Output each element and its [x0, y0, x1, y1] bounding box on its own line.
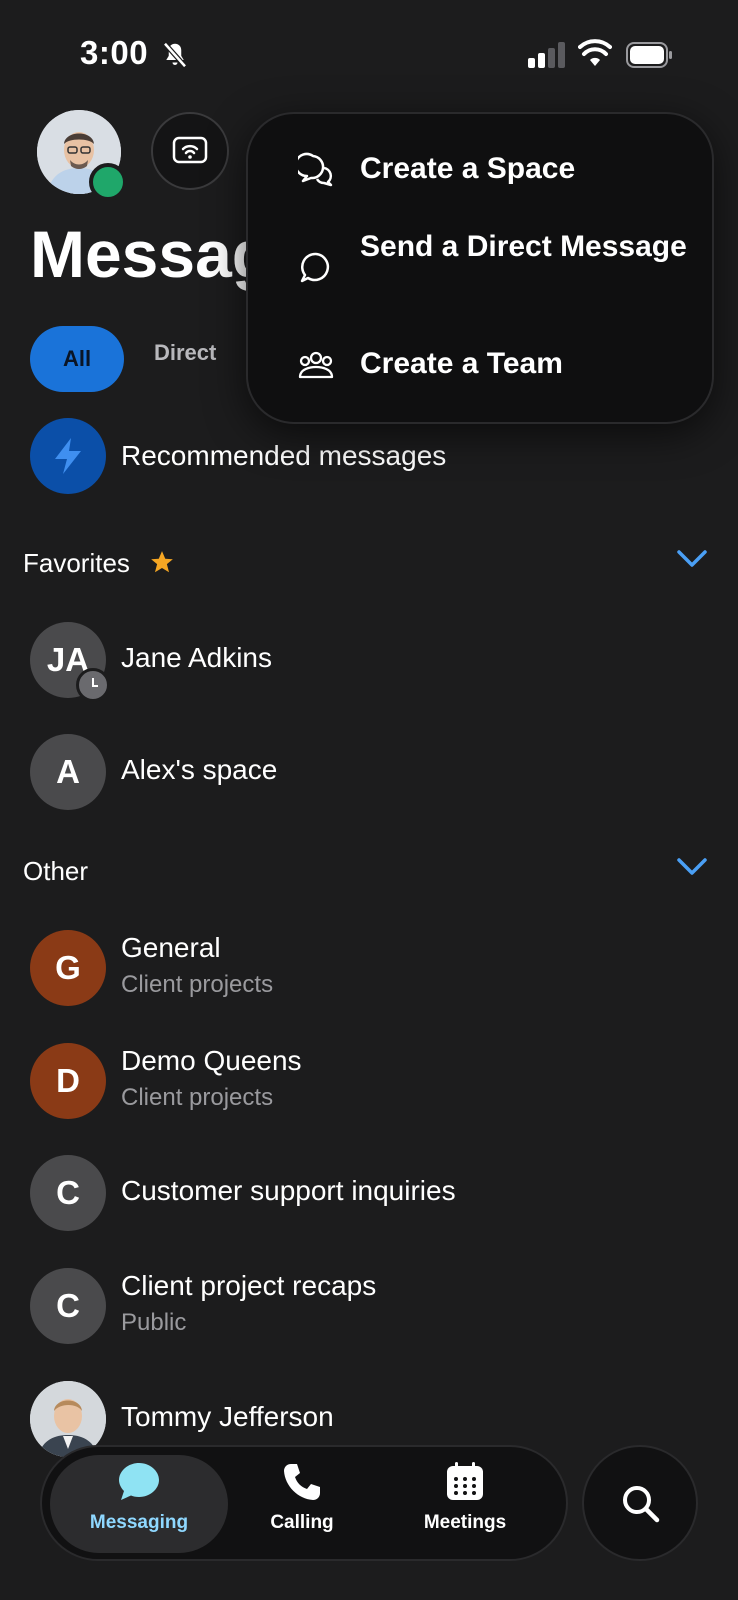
- list-item-jane-adkins[interactable]: JA Jane Adkins: [30, 622, 720, 702]
- avatar: D: [30, 1043, 106, 1119]
- chat-bubbles-icon: [296, 150, 336, 190]
- wifi-icon: [578, 39, 612, 66]
- nav-messaging-label: Messaging: [89, 1512, 189, 1533]
- search-icon: [623, 1486, 660, 1523]
- screen-share-button[interactable]: [151, 112, 229, 190]
- battery-icon: [626, 42, 672, 68]
- page-title: Messag: [30, 217, 260, 291]
- avatar: A: [30, 734, 106, 810]
- lightning-icon: [30, 418, 106, 494]
- signal-icon: [528, 42, 565, 68]
- menu-item-label: Create a Space: [360, 152, 576, 185]
- bell-off-icon: [163, 42, 187, 68]
- list-item-title: Tommy Jefferson: [121, 1401, 334, 1432]
- list-item-title: Customer support inquiries: [121, 1175, 456, 1206]
- list-item-subtitle: Client projects: [121, 1084, 274, 1111]
- nav-calling[interactable]: Calling: [222, 1461, 382, 1534]
- status-time: 3:00: [80, 34, 149, 71]
- list-item-general[interactable]: G General Client projects: [30, 930, 720, 1006]
- chat-bubble-icon: [296, 248, 336, 288]
- avatar: C: [30, 1268, 106, 1344]
- filter-direct-tab[interactable]: Direct: [154, 340, 216, 366]
- phone-icon: [284, 1464, 320, 1500]
- menu-item-create-team[interactable]: Create a Team: [296, 343, 690, 385]
- other-collapse-chevron-icon[interactable]: [676, 854, 708, 878]
- list-item-demo-queens[interactable]: D Demo Queens Client projects: [30, 1043, 720, 1119]
- bottom-nav: Messaging Calling Meetings: [40, 1445, 568, 1561]
- list-item-title: Demo Queens: [121, 1045, 302, 1076]
- team-icon: [296, 345, 336, 385]
- recommended-messages-row[interactable]: Recommended messages: [30, 418, 720, 494]
- calendar-icon: [447, 1462, 483, 1500]
- presence-indicator: [89, 163, 127, 201]
- clock-icon: [76, 668, 110, 702]
- search-button[interactable]: [582, 1445, 698, 1561]
- favorites-section-title: Favorites: [23, 548, 175, 579]
- menu-item-label: Send a Direct Message: [360, 230, 687, 263]
- favorites-collapse-chevron-icon[interactable]: [676, 546, 708, 570]
- new-message-menu: Create a Space Send a Direct Message Cre…: [246, 112, 714, 424]
- menu-item-send-direct-message[interactable]: Send a Direct Message: [296, 226, 690, 288]
- nav-messaging[interactable]: Messaging: [59, 1461, 219, 1534]
- nav-meetings[interactable]: Meetings: [385, 1461, 545, 1534]
- avatar: G: [30, 930, 106, 1006]
- messaging-icon: [119, 1463, 159, 1500]
- wireless-share-icon: [172, 136, 208, 164]
- list-item-title: Client project recaps: [121, 1270, 377, 1301]
- nav-calling-label: Calling: [270, 1512, 334, 1533]
- filter-all-tab[interactable]: All: [30, 326, 124, 392]
- nav-meetings-label: Meetings: [423, 1512, 507, 1533]
- list-item-title: Jane Adkins: [121, 642, 272, 673]
- list-item-title: General: [121, 932, 221, 963]
- list-item-title: Alex's space: [121, 754, 278, 785]
- avatar: C: [30, 1155, 106, 1231]
- list-item-client-project-recaps[interactable]: C Client project recaps Public: [30, 1268, 720, 1344]
- other-section-title: Other: [23, 856, 89, 886]
- list-item-alexs-space[interactable]: A Alex's space: [30, 734, 720, 810]
- menu-item-label: Create a Team: [360, 347, 563, 380]
- list-item-subtitle: Public: [121, 1309, 187, 1336]
- list-item-subtitle: Client projects: [121, 971, 274, 998]
- star-icon: [151, 551, 173, 573]
- recommended-messages-label: Recommended messages: [121, 440, 447, 471]
- list-item-customer-support-inquiries[interactable]: C Customer support inquiries: [30, 1155, 720, 1231]
- menu-item-create-space[interactable]: Create a Space: [296, 148, 690, 190]
